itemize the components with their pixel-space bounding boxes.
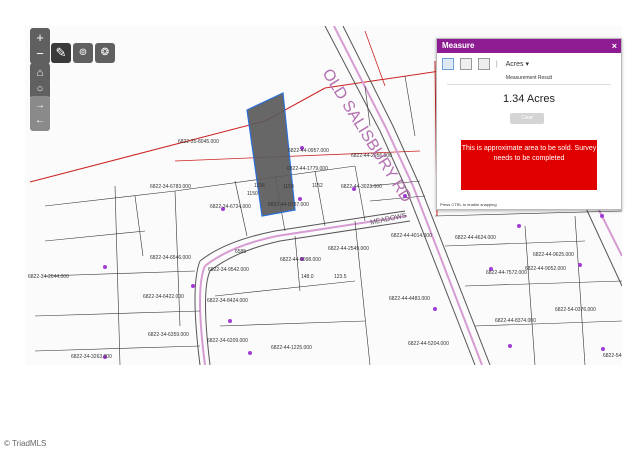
- distance-icon[interactable]: [459, 58, 472, 70]
- parcel-label: 6822-44-2549.000: [328, 246, 369, 252]
- parcel-label: 6822-34-6209.000: [207, 338, 248, 344]
- location-icon[interactable]: [477, 58, 490, 70]
- parcel-label: 6822-44-1225.000: [271, 345, 312, 351]
- parcel-label: 6822-44-3023.000: [341, 184, 382, 190]
- paw-icon: ❂: [100, 47, 110, 58]
- red-boundary-line: [364, 30, 386, 87]
- area-icon[interactable]: [442, 58, 454, 70]
- lot-number: 1152: [312, 183, 323, 189]
- lot-number: 1159: [283, 184, 294, 190]
- parcel-label: 6822-44-0787.000: [268, 202, 309, 208]
- parcel-label: 6822-44-0098.000: [280, 257, 321, 263]
- parcel-label: 6822-34-2644.000: [28, 274, 69, 280]
- circle-icon: ○: [36, 83, 44, 95]
- parcel-label: 6822-54-0376.000: [555, 307, 596, 313]
- identify-tool-button[interactable]: ⊚: [73, 43, 93, 63]
- measure-panel-header: Measure ×: [437, 39, 621, 53]
- arrow-left-icon: ←: [35, 115, 45, 126]
- road-centerline: [199, 265, 206, 365]
- parcel-label: 6822-34-6724.000: [210, 204, 251, 210]
- lot-number: 1156: [254, 183, 265, 189]
- parcel-label: 6822-34-6359.000: [148, 332, 189, 338]
- measure-tools-row: | Acres ▾: [442, 58, 529, 70]
- measure-panel: Measure × | Acres ▾ Measurement Result 1…: [436, 38, 622, 210]
- zoom-out-button[interactable]: −: [30, 44, 50, 64]
- unit-select[interactable]: Acres ▾: [506, 60, 529, 68]
- parcel-label: 6822-44-0957.000: [288, 148, 329, 154]
- lot-number: 1150: [247, 191, 258, 197]
- lot-number: 6585: [235, 249, 247, 255]
- back-button[interactable]: ←: [30, 111, 50, 131]
- lot-number: 123.5: [334, 274, 347, 280]
- parcel-label: 6822-44-4483.000: [389, 296, 430, 302]
- parcel-label: 6822-44-4624.000: [455, 235, 496, 241]
- parcel-label: 6822-44-9625.000: [533, 252, 574, 258]
- parcel-label: 6822-44-1779.000: [287, 166, 328, 172]
- parcel-label: 6822-35-8045.000: [178, 139, 219, 145]
- parcel-label: 6822-44-7572.000: [486, 270, 527, 276]
- approximate-notice: This is approximate area to be sold. Sur…: [461, 140, 597, 190]
- binoculars-icon: ⊚: [78, 47, 88, 58]
- home-icon: ⌂: [36, 67, 44, 79]
- parcel-label: 6822-34-6422.000: [143, 294, 184, 300]
- parcel-label: 6822-44-8374.000: [495, 318, 536, 324]
- parcel-label: 6822-34-3263.000: [71, 354, 112, 360]
- result-title: Measurement Result: [505, 75, 553, 81]
- parcel-label: 6822-44-4014.000: [391, 233, 432, 239]
- lot-number: 148.0: [301, 274, 314, 280]
- measured-area-polygon[interactable]: [246, 92, 296, 217]
- parcel-label: 6822-54-1: [603, 353, 622, 359]
- road-centerline: [596, 205, 622, 257]
- road-edge: [205, 270, 211, 365]
- parcel-label: 6822-44-9052.000: [525, 266, 566, 272]
- parcel-label: 6822-34-9542.000: [208, 267, 249, 273]
- result-value: 1.34 Acres: [503, 93, 555, 105]
- parcel-label: 6822-34-8424.000: [207, 298, 248, 304]
- panel-title: Measure: [442, 41, 475, 50]
- parcel-label: 6822-44-5204.000: [408, 341, 449, 347]
- copyright-text: © TriadMLS: [4, 439, 47, 448]
- parcel-label: 6822-34-6783.000: [150, 184, 191, 190]
- measure-tool-button[interactable]: ✎: [51, 43, 71, 63]
- pencil-icon: ✎: [55, 45, 67, 60]
- parcel-label: 6822-34-6546.000: [150, 255, 191, 261]
- result-divider: [447, 84, 611, 85]
- clear-button[interactable]: Clear: [510, 113, 544, 124]
- pet-tool-button[interactable]: ❂: [95, 43, 115, 63]
- close-icon[interactable]: ×: [612, 39, 617, 53]
- snapping-hint: Press CTRL to enable snapping: [440, 202, 497, 207]
- arrow-right-icon: →: [35, 100, 45, 111]
